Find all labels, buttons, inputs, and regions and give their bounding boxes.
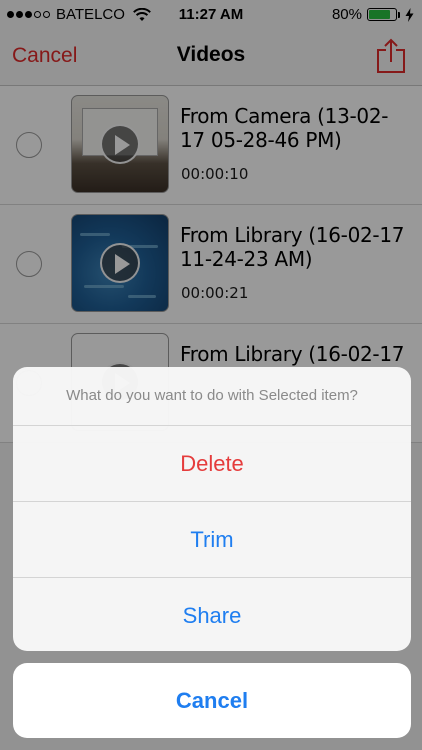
action-sheet-message: What do you want to do with Selected ite… [13,367,411,426]
share-button[interactable]: Share [13,578,411,651]
action-sheet-cancel-button[interactable]: Cancel [13,663,411,738]
delete-button[interactable]: Delete [13,426,411,502]
action-sheet: What do you want to do with Selected ite… [13,367,411,651]
trim-button[interactable]: Trim [13,502,411,578]
